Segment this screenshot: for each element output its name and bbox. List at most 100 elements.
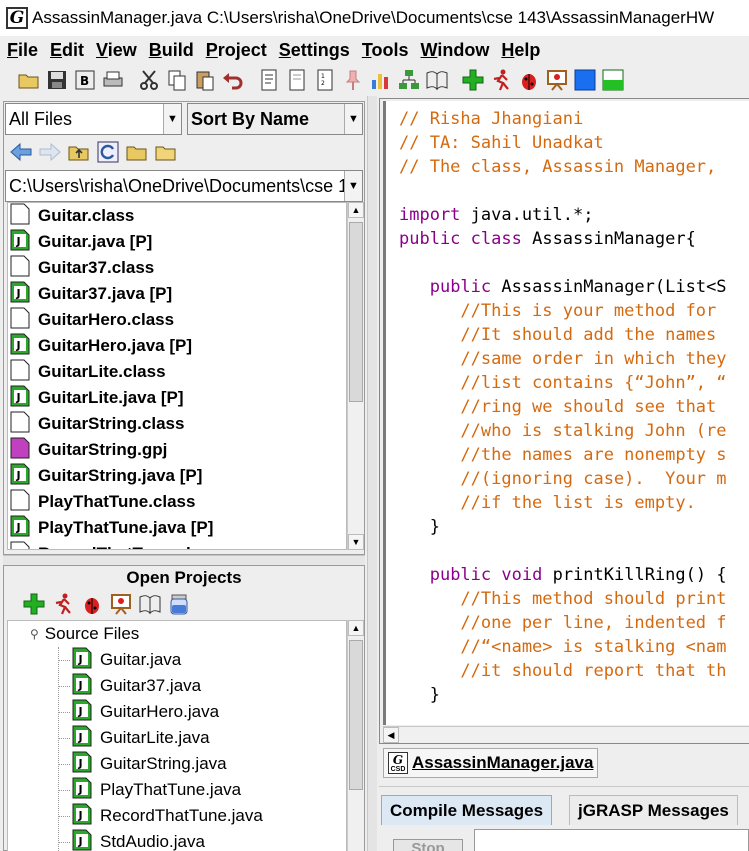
editor-horizontal-scrollbar[interactable]: ◀: [383, 726, 749, 743]
documentation-book-icon[interactable]: [424, 67, 450, 93]
debug-bug-icon[interactable]: [516, 67, 542, 93]
chevron-down-icon[interactable]: ▼: [344, 104, 362, 134]
file-list-item[interactable]: J PlayThatTune.java [P]: [8, 515, 346, 541]
java-file-icon: J: [10, 333, 38, 360]
uml-icon[interactable]: [396, 67, 422, 93]
compile-plus-icon[interactable]: [20, 590, 48, 618]
sort-select[interactable]: Sort By Name ▼: [187, 103, 363, 135]
green-split-icon[interactable]: [600, 67, 626, 93]
compile-plus-icon[interactable]: [460, 67, 486, 93]
viewer-easel-icon[interactable]: [544, 67, 570, 93]
code-line: public void printKillRing() {: [399, 563, 727, 587]
viewer-easel-icon[interactable]: [107, 590, 135, 618]
menu-build[interactable]: Build: [149, 40, 194, 61]
file-list-item[interactable]: J Guitar.java [P]: [8, 229, 346, 255]
file-list-item[interactable]: PlayThatTune.class: [8, 489, 346, 515]
new-folder-icon[interactable]: [152, 138, 180, 166]
file-list-item[interactable]: Guitar37.class: [8, 255, 346, 281]
run-figure-icon[interactable]: [49, 590, 77, 618]
tree-file-item[interactable]: J PlayThatTune.java: [8, 777, 346, 803]
file-list-item[interactable]: J GuitarLite.java [P]: [8, 385, 346, 411]
file-list-item[interactable]: RecordThatTune.class: [8, 541, 346, 549]
generate-csd-icon[interactable]: [256, 67, 282, 93]
editor-tab-assassinmanager[interactable]: G CSD AssassinManager.java: [383, 748, 599, 778]
menu-view[interactable]: View: [96, 40, 137, 61]
vertical-splitter[interactable]: [367, 96, 377, 851]
chart-icon[interactable]: [368, 67, 394, 93]
tree-file-item[interactable]: J GuitarString.java: [8, 751, 346, 777]
svg-text:J: J: [16, 469, 21, 482]
forward-arrow-icon[interactable]: [36, 138, 64, 166]
tree-file-item[interactable]: J StdAudio.java: [8, 829, 346, 851]
chevron-down-icon[interactable]: ▼: [163, 104, 181, 134]
scroll-thumb[interactable]: [349, 222, 363, 402]
remove-csd-icon[interactable]: [284, 67, 310, 93]
scroll-left-icon[interactable]: ◀: [383, 727, 399, 743]
menu-edit[interactable]: Edit: [50, 40, 84, 61]
code-line: //if the list is empty.: [399, 491, 727, 515]
undo-icon[interactable]: [220, 67, 246, 93]
tree-file-item[interactable]: J Guitar37.java: [8, 673, 346, 699]
scroll-down-icon[interactable]: ▼: [348, 534, 364, 550]
tree-file-name: Guitar.java: [100, 650, 182, 669]
menu-project[interactable]: Project: [206, 40, 267, 61]
open-file-icon[interactable]: [16, 67, 42, 93]
tree-toggle-icon[interactable]: ⚲: [30, 627, 39, 641]
file-list-scrollbar[interactable]: ▲ ▼: [347, 202, 364, 550]
tree-node-source-files[interactable]: ⚲ Source Files: [8, 621, 346, 647]
menu-file[interactable]: File: [7, 40, 38, 61]
chevron-down-icon[interactable]: ▼: [344, 171, 362, 201]
file-list-item[interactable]: GuitarString.gpj: [8, 437, 346, 463]
source-code[interactable]: // Risha Jhangiani // TA: Sahil Unadkat //…: [399, 107, 727, 707]
tree-file-item[interactable]: J GuitarLite.java: [8, 725, 346, 751]
code-line: // The class, Assassin Manager,: [399, 155, 727, 179]
file-list-item[interactable]: GuitarString.class: [8, 411, 346, 437]
menu-window[interactable]: Window: [421, 40, 490, 61]
up-folder-icon[interactable]: [65, 138, 93, 166]
directory-path-select[interactable]: C:\Users\risha\OneDrive\Documents\cse 1 …: [5, 170, 363, 202]
line-numbers-icon[interactable]: 12: [312, 67, 338, 93]
paste-icon[interactable]: [192, 67, 218, 93]
menu-help[interactable]: Help: [501, 40, 540, 61]
menu-settings[interactable]: Settings: [279, 40, 350, 61]
file-list-item[interactable]: GuitarLite.class: [8, 359, 346, 385]
back-arrow-icon[interactable]: [7, 138, 35, 166]
save-icon[interactable]: [44, 67, 70, 93]
scroll-thumb[interactable]: [349, 640, 363, 790]
editor-tab-label: AssassinManager.java: [412, 753, 594, 772]
menu-tools[interactable]: Tools: [362, 40, 409, 61]
jar-icon[interactable]: [165, 590, 193, 618]
refresh-icon[interactable]: [94, 138, 122, 166]
tab-jgrasp-messages[interactable]: jGRASP Messages: [569, 795, 738, 825]
cut-icon[interactable]: [136, 67, 162, 93]
file-filter-select[interactable]: All Files ▼: [5, 103, 182, 135]
file-list-item[interactable]: Guitar.class: [8, 203, 346, 229]
print-icon[interactable]: [100, 67, 126, 93]
tree-file-item[interactable]: J RecordThatTune.java: [8, 803, 346, 829]
scroll-up-icon[interactable]: ▲: [348, 620, 364, 636]
stop-button[interactable]: Stop: [393, 839, 463, 851]
copy-icon[interactable]: [164, 67, 190, 93]
breakpoint-pin-icon[interactable]: [340, 67, 366, 93]
tab-compile-messages[interactable]: Compile Messages: [381, 795, 553, 825]
code-editor[interactable]: // Risha Jhangiani // TA: Sahil Unadkat //…: [383, 101, 749, 725]
class-file-icon: [10, 541, 38, 549]
file-list-item[interactable]: GuitarHero.class: [8, 307, 346, 333]
tree-file-item[interactable]: J GuitarHero.java: [8, 699, 346, 725]
file-list-item[interactable]: J GuitarHero.java [P]: [8, 333, 346, 359]
project-tree-scrollbar[interactable]: ▲: [347, 620, 364, 851]
documentation-book-icon[interactable]: [136, 590, 164, 618]
home-folder-icon[interactable]: [123, 138, 151, 166]
code-line: public AssassinManager(List<S: [399, 275, 727, 299]
run-figure-icon[interactable]: [488, 67, 514, 93]
menu-label-rest: indow: [437, 39, 490, 60]
file-list-item[interactable]: J Guitar37.java [P]: [8, 281, 346, 307]
blue-square-icon[interactable]: [572, 67, 598, 93]
backup-save-icon[interactable]: B: [72, 67, 98, 93]
code-token: //(ignoring case). Your m: [399, 469, 727, 489]
file-list-item[interactable]: J GuitarString.java [P]: [8, 463, 346, 489]
tree-file-item[interactable]: J Guitar.java: [8, 647, 346, 673]
scroll-up-icon[interactable]: ▲: [348, 202, 364, 218]
debug-bug-icon[interactable]: [78, 590, 106, 618]
horizontal-splitter[interactable]: [3, 555, 365, 565]
